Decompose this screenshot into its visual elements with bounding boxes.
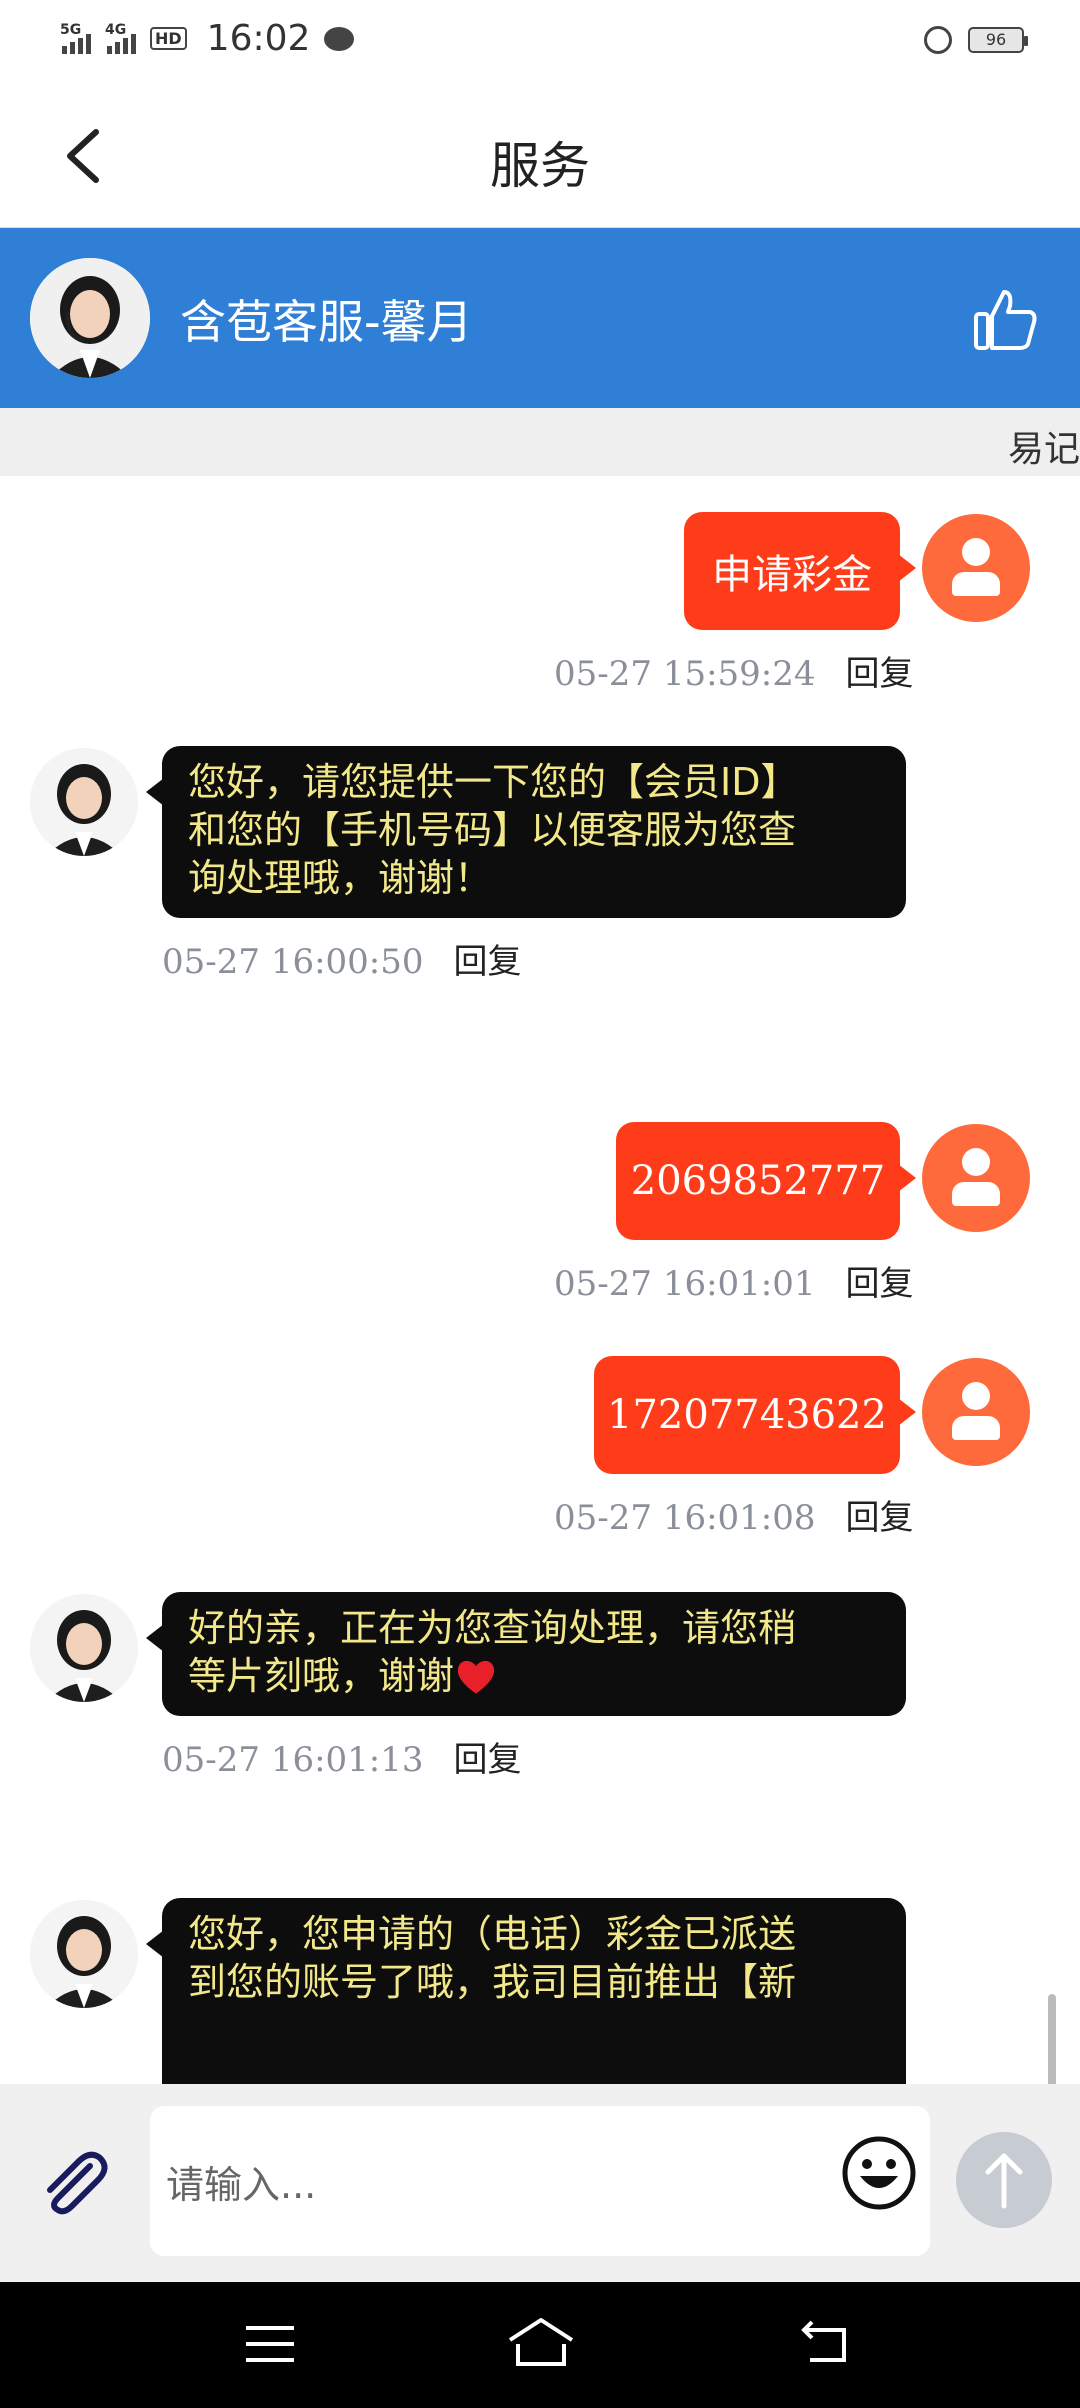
hd-badge: HD [150, 27, 187, 50]
user-avatar [922, 1358, 1030, 1466]
message-line: 到您的账号了哦，我司目前推出【新 [188, 1960, 797, 2004]
message-meta: 05-27 16:00:50 回复 [162, 934, 522, 983]
agent-message[interactable]: 好的亲，正在为您查询处理，请您稍 等片刻哦，谢谢 [146, 1592, 906, 1716]
message-timestamp: 05-27 16:01:13 [162, 1740, 424, 1780]
message-timestamp: 05-27 16:01:08 [554, 1498, 816, 1538]
clock: 16:02 [206, 18, 311, 59]
menu-icon[interactable] [240, 2316, 300, 2372]
agent-message-avatar [30, 748, 138, 856]
signal-5g-label: 5G [60, 21, 82, 38]
message-meta: 05-27 16:01:08 回复 [554, 1490, 914, 1539]
status-bar: 5G 4G HD 16:02 96 [0, 0, 1080, 84]
heart-icon [457, 1660, 495, 1694]
message-timestamp: 05-27 16:00:50 [162, 942, 424, 982]
message-text: 2069852777 [630, 1158, 886, 1204]
agent-message[interactable]: 您好，您申请的（电话）彩金已派送 到您的账号了哦，我司目前推出【新 [146, 1898, 906, 2084]
title-bar: 服务 [0, 84, 1080, 228]
agent-name: 含苞客服-馨月 [180, 295, 473, 349]
signal-4g-label: 4G [105, 21, 127, 38]
message-input[interactable]: 请输入... [150, 2106, 930, 2256]
input-placeholder: 请输入... [166, 2162, 317, 2207]
reply-link[interactable]: 回复 [846, 654, 914, 694]
reply-link[interactable]: 回复 [846, 1498, 914, 1538]
reply-link[interactable]: 回复 [454, 1740, 522, 1780]
message-meta: 05-27 16:01:01 回复 [554, 1256, 914, 1305]
system-nav-bar [0, 2282, 1080, 2408]
chat-area[interactable]: 申请彩金 05-27 15:59:24 回复 您好，请您提供一下您的【会员ID】 … [0, 476, 1062, 2084]
agent-header: 含苞客服-馨月 [0, 228, 1080, 408]
message-line: 好的亲，正在为您查询处理，请您稍 [188, 1606, 797, 1650]
arrow-up-icon [985, 2153, 1023, 2209]
message-text: 申请彩金 [712, 552, 872, 598]
signal-4g-icon: 4G [105, 21, 136, 54]
back-nav-icon[interactable] [796, 2316, 856, 2372]
user-message[interactable]: 2069852777 [616, 1122, 916, 1240]
alarm-icon [924, 26, 952, 54]
message-line-with-emoji: 等片刻哦，谢谢 [188, 1652, 880, 1700]
message-line: 询处理哦，谢谢！ [188, 856, 493, 900]
agent-message-avatar [30, 1594, 138, 1702]
user-avatar [922, 1124, 1030, 1232]
message-text: 17207743622 [607, 1392, 887, 1438]
message-timestamp: 05-27 16:01:01 [554, 1264, 816, 1304]
smiley-icon[interactable] [840, 2134, 918, 2212]
paperclip-icon[interactable] [32, 2144, 112, 2224]
agent-message-avatar [30, 1900, 138, 2008]
agent-message[interactable]: 您好，请您提供一下您的【会员ID】 和您的【手机号码】以便客服为您查 询处理哦，… [146, 746, 906, 918]
message-line: 您好，您申请的（电话）彩金已派送 [188, 1912, 797, 1956]
message-meta: 05-27 16:01:13 回复 [162, 1732, 522, 1781]
notice-text: 易记 [1007, 429, 1080, 470]
home-icon[interactable] [506, 2316, 576, 2372]
input-bar: 请输入... [0, 2084, 1080, 2282]
message-line: 您好，请您提供一下您的【会员ID】 [188, 760, 799, 804]
message-line: 等片刻哦，谢谢 [188, 1654, 455, 1698]
message-meta: 05-27 15:59:24 回复 [554, 646, 914, 695]
reply-link[interactable]: 回复 [454, 942, 522, 982]
message-line: 和您的【手机号码】以便客服为您查 [188, 808, 797, 852]
send-button[interactable] [956, 2132, 1052, 2228]
signal-5g-icon: 5G [60, 21, 91, 54]
reply-link[interactable]: 回复 [846, 1264, 914, 1304]
notice-strip: 易记 [0, 408, 1080, 476]
agent-avatar [30, 258, 150, 378]
scrollbar[interactable] [1048, 1994, 1056, 2084]
user-avatar [922, 514, 1030, 622]
thumbs-up-icon[interactable] [970, 284, 1040, 354]
chat-notification-icon [324, 26, 355, 51]
message-timestamp: 05-27 15:59:24 [554, 654, 816, 694]
user-message[interactable]: 17207743622 [594, 1356, 916, 1474]
page-title: 服务 [490, 137, 590, 195]
battery-icon: 96 [968, 27, 1028, 53]
user-message[interactable]: 申请彩金 [684, 512, 916, 630]
